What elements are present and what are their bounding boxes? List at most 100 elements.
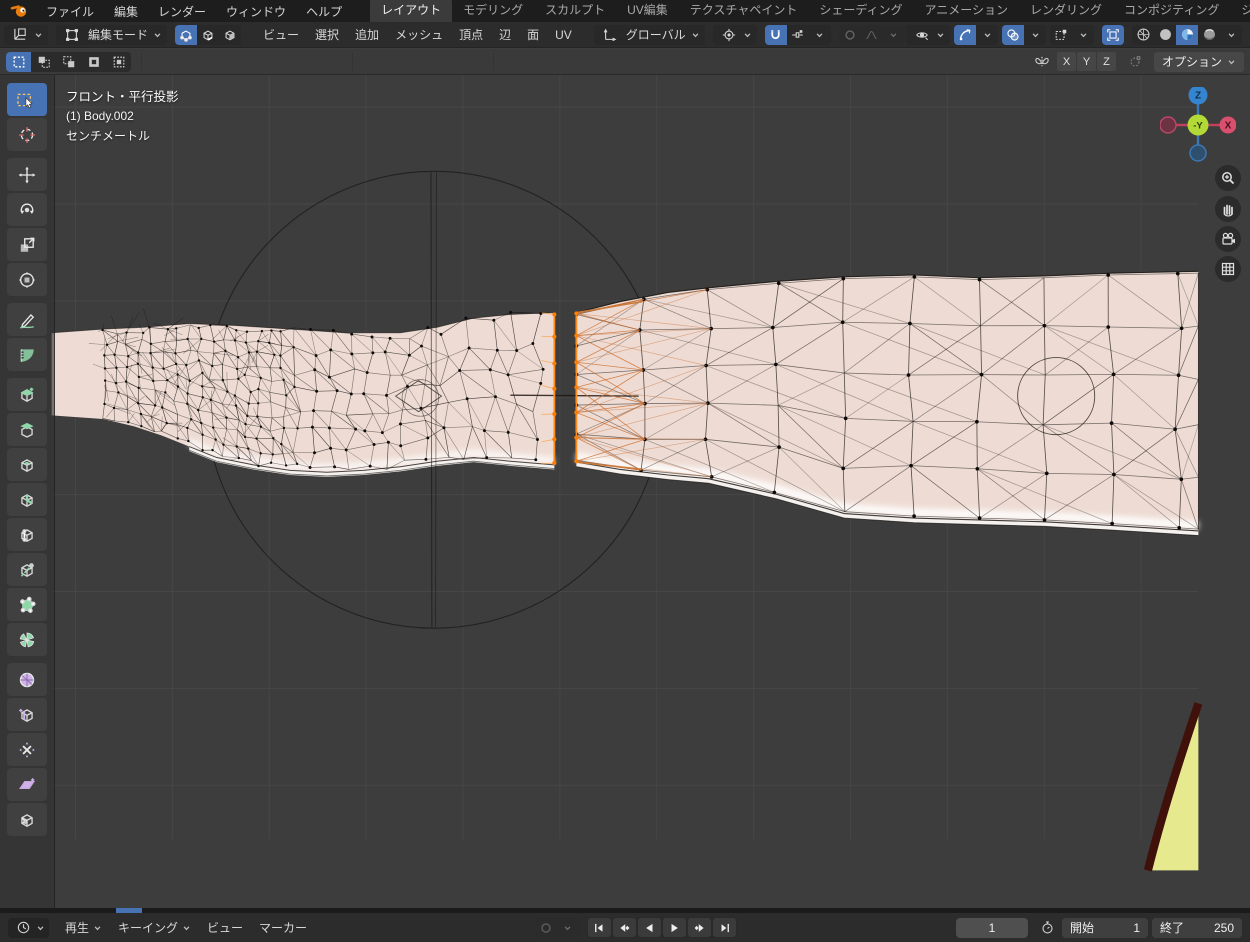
toggle-xray-button[interactable] [1102, 25, 1124, 45]
viewport-menu-ビュー[interactable]: ビュー [255, 25, 307, 45]
viewport-3d[interactable]: フロント・平行投影 (1) Body.002 センチメートル Z X -Y [0, 75, 1250, 908]
topbar-menu-レンダー[interactable]: レンダー [148, 0, 216, 22]
stopwatch-icon[interactable] [1036, 918, 1058, 938]
camera-view-button[interactable] [1215, 226, 1241, 252]
mode-selector[interactable]: 編集モード [56, 25, 167, 45]
tool-bevel[interactable] [7, 483, 47, 516]
viewport-menu-追加[interactable]: 追加 [347, 25, 387, 45]
viewport-menu-メッシュ[interactable]: メッシュ [387, 25, 451, 45]
tool-move[interactable] [7, 158, 47, 191]
tool-extrude-region[interactable] [7, 378, 47, 411]
workspace-tab[interactable]: コンポジティング [1113, 0, 1230, 22]
snap-target-button[interactable] [787, 25, 809, 45]
workspace-tab[interactable]: スカルプト [534, 0, 616, 22]
select-mode-face-button[interactable] [219, 25, 241, 45]
tool-cursor-3d[interactable] [7, 118, 47, 151]
object-type-visibility-button[interactable] [906, 25, 950, 45]
timeline-menu-マーカー[interactable]: マーカー [251, 918, 315, 938]
viewport-menu-面[interactable]: 面 [519, 25, 547, 45]
timeline-menu-キーイング[interactable]: キーイング [110, 918, 199, 938]
shading-material-button[interactable] [1176, 25, 1198, 45]
workspace-tab[interactable]: テクスチャペイント [679, 0, 809, 22]
viewport-menu-辺[interactable]: 辺 [491, 25, 519, 45]
chevron-down-icon[interactable] [883, 25, 905, 45]
frame-end-field[interactable]: 終了 250 [1152, 918, 1242, 938]
tool-annotate[interactable] [7, 303, 47, 336]
box-select-mode-intersect[interactable] [106, 52, 131, 72]
xray-options-icon[interactable] [1050, 25, 1072, 45]
shading-solid-button[interactable] [1154, 25, 1176, 45]
tool-rotate[interactable] [7, 193, 47, 226]
show-gizmos-button[interactable] [954, 25, 976, 45]
zoom-button[interactable] [1215, 165, 1241, 191]
next-keyframe-button[interactable] [688, 918, 711, 937]
pivot-point-button[interactable] [713, 25, 757, 45]
topbar-menu-ヘルプ[interactable]: ヘルプ [296, 0, 352, 22]
tool-smooth[interactable] [7, 663, 47, 696]
shading-rendered-button[interactable] [1198, 25, 1220, 45]
proportional-falloff-button[interactable] [861, 25, 883, 45]
topbar-menu-ウィンドウ[interactable]: ウィンドウ [216, 0, 296, 22]
timeline-menu-ビュー[interactable]: ビュー [199, 918, 251, 938]
workspace-tab[interactable]: UV編集 [616, 0, 679, 22]
box-select-mode-new[interactable] [6, 52, 31, 72]
play-button[interactable] [663, 918, 686, 937]
axis-toggle-x[interactable]: X [1057, 52, 1076, 71]
box-select-mode-invert[interactable] [81, 52, 106, 72]
ortho-grid-button[interactable] [1215, 256, 1241, 282]
tool-poly-build[interactable] [7, 588, 47, 621]
auto-key-record-button[interactable] [535, 918, 557, 938]
box-select-mode-subtract[interactable] [56, 52, 81, 72]
transform-orientation-button[interactable]: グローバル [594, 25, 705, 45]
tool-measure[interactable] [7, 338, 47, 371]
snap-symmetry-icon[interactable] [1124, 52, 1146, 72]
workspace-tab[interactable]: レンダリング [1019, 0, 1113, 22]
workspace-tab[interactable]: アニメーション [914, 0, 1020, 22]
viewport-canvas[interactable] [0, 75, 1250, 908]
select-mode-edge-button[interactable] [197, 25, 219, 45]
chevron-down-icon[interactable] [1024, 25, 1046, 45]
blender-logo-icon[interactable] [0, 0, 36, 22]
viewport-menu-UV[interactable]: UV [547, 25, 580, 45]
tool-scale[interactable] [7, 228, 47, 261]
jump-to-end-button[interactable] [713, 918, 736, 937]
options-button[interactable]: オプション [1154, 52, 1244, 72]
viewport-menu-選択[interactable]: 選択 [307, 25, 347, 45]
snap-toggle-button[interactable] [765, 25, 787, 45]
play-reverse-button[interactable] [638, 918, 661, 937]
shading-dropdown[interactable] [1220, 25, 1242, 45]
frame-start-field[interactable]: 開始 1 [1062, 918, 1148, 938]
editor-type-button[interactable] [4, 25, 48, 45]
tool-inset-faces[interactable] [7, 448, 47, 481]
navigation-gizmo[interactable]: Z X -Y [1160, 87, 1236, 163]
chevron-down-icon[interactable] [1072, 25, 1094, 45]
show-overlays-button[interactable] [1002, 25, 1024, 45]
topbar-menu-ファイル[interactable]: ファイル [36, 0, 104, 22]
shading-wireframe-button[interactable] [1132, 25, 1154, 45]
tool-loop-cut[interactable] [7, 518, 47, 551]
axis-toggle-z[interactable]: Z [1097, 52, 1116, 71]
workspace-tab[interactable]: シェーディング [808, 0, 913, 22]
tool-rip-region[interactable] [7, 803, 47, 836]
topbar-menu-編集[interactable]: 編集 [104, 0, 148, 22]
timeline-editor-type-button[interactable] [8, 918, 49, 938]
tool-select-box[interactable] [7, 83, 47, 116]
tool-extrude-along-normals[interactable] [7, 413, 47, 446]
prev-keyframe-button[interactable] [613, 918, 636, 937]
tool-shrink-flatten[interactable] [7, 733, 47, 766]
chevron-down-icon[interactable] [809, 25, 831, 45]
tool-transform[interactable] [7, 263, 47, 296]
tool-spin[interactable] [7, 623, 47, 656]
tool-edge-slide[interactable] [7, 698, 47, 731]
viewport-menu-頂点[interactable]: 頂点 [451, 25, 491, 45]
proportional-edit-button[interactable] [839, 25, 861, 45]
pan-hand-button[interactable] [1215, 196, 1241, 222]
current-frame-field[interactable]: 1 [956, 918, 1028, 938]
axis-toggle-y[interactable]: Y [1077, 52, 1096, 71]
jump-to-start-button[interactable] [588, 918, 611, 937]
workspace-tab[interactable]: モデリング [452, 0, 534, 22]
timeline-menu-再生[interactable]: 再生 [57, 918, 110, 938]
workspace-tab[interactable]: レイアウト [370, 0, 452, 22]
chevron-down-icon[interactable] [557, 918, 579, 938]
chevron-down-icon[interactable] [976, 25, 998, 45]
